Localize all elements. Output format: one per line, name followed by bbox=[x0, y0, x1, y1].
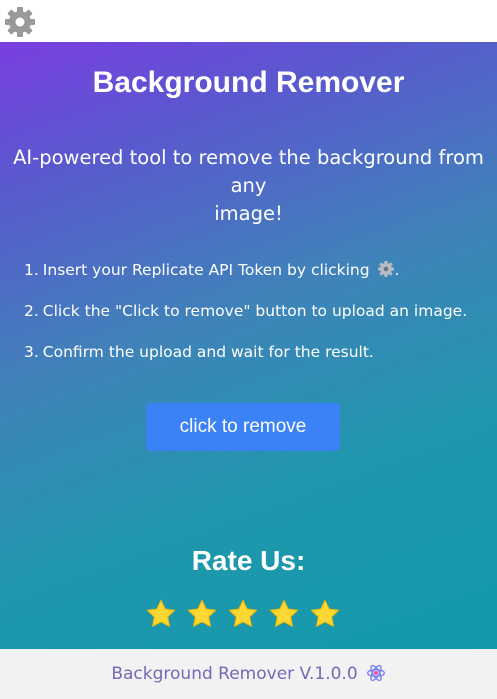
subtitle-line-2: image! bbox=[214, 202, 283, 225]
rating-stars bbox=[145, 598, 355, 630]
instruction-step-2: 2. Click the "Click to remove" button to … bbox=[24, 301, 484, 321]
settings-button[interactable] bbox=[3, 5, 37, 39]
step-text: Insert your Replicate API Token by click… bbox=[42, 261, 370, 279]
footer: Background Remover V.1.0.0 bbox=[0, 649, 497, 699]
atom-icon bbox=[366, 664, 385, 682]
footer-version-text: Background Remover V.1.0.0 bbox=[111, 664, 358, 684]
step-text: Click the "Click to remove" button to up… bbox=[42, 302, 468, 320]
subtitle-line-1: AI-powered tool to remove the background… bbox=[13, 146, 484, 197]
star-2-icon[interactable] bbox=[186, 598, 218, 630]
star-5-icon[interactable] bbox=[309, 598, 341, 630]
page-title: Background Remover bbox=[92, 66, 405, 99]
gear-icon bbox=[5, 7, 35, 37]
rate-us-heading: Rate Us: bbox=[191, 545, 306, 576]
step-number: 3. bbox=[24, 343, 39, 361]
instruction-step-1: 1. Insert your Replicate API Token by cli… bbox=[24, 260, 484, 280]
instruction-step-3: 3. Confirm the upload and wait for the re… bbox=[24, 342, 484, 362]
star-4-icon[interactable] bbox=[268, 598, 300, 630]
step-number: 1. bbox=[24, 261, 39, 279]
page-subtitle: AI-powered tool to remove the background… bbox=[0, 144, 497, 228]
click-to-remove-button[interactable]: click to remove bbox=[146, 403, 340, 451]
step-suffix: . bbox=[394, 261, 400, 279]
gear-icon bbox=[377, 261, 394, 277]
step-text: Confirm the upload and wait for the resu… bbox=[42, 343, 374, 361]
top-bar bbox=[0, 0, 497, 42]
instruction-list: 1. Insert your Replicate API Token by cli… bbox=[24, 260, 484, 383]
star-1-icon[interactable] bbox=[145, 598, 177, 630]
main-panel: Background Remover AI-powered tool to re… bbox=[0, 42, 497, 649]
star-3-icon[interactable] bbox=[227, 598, 259, 630]
step-number: 2. bbox=[24, 302, 39, 320]
